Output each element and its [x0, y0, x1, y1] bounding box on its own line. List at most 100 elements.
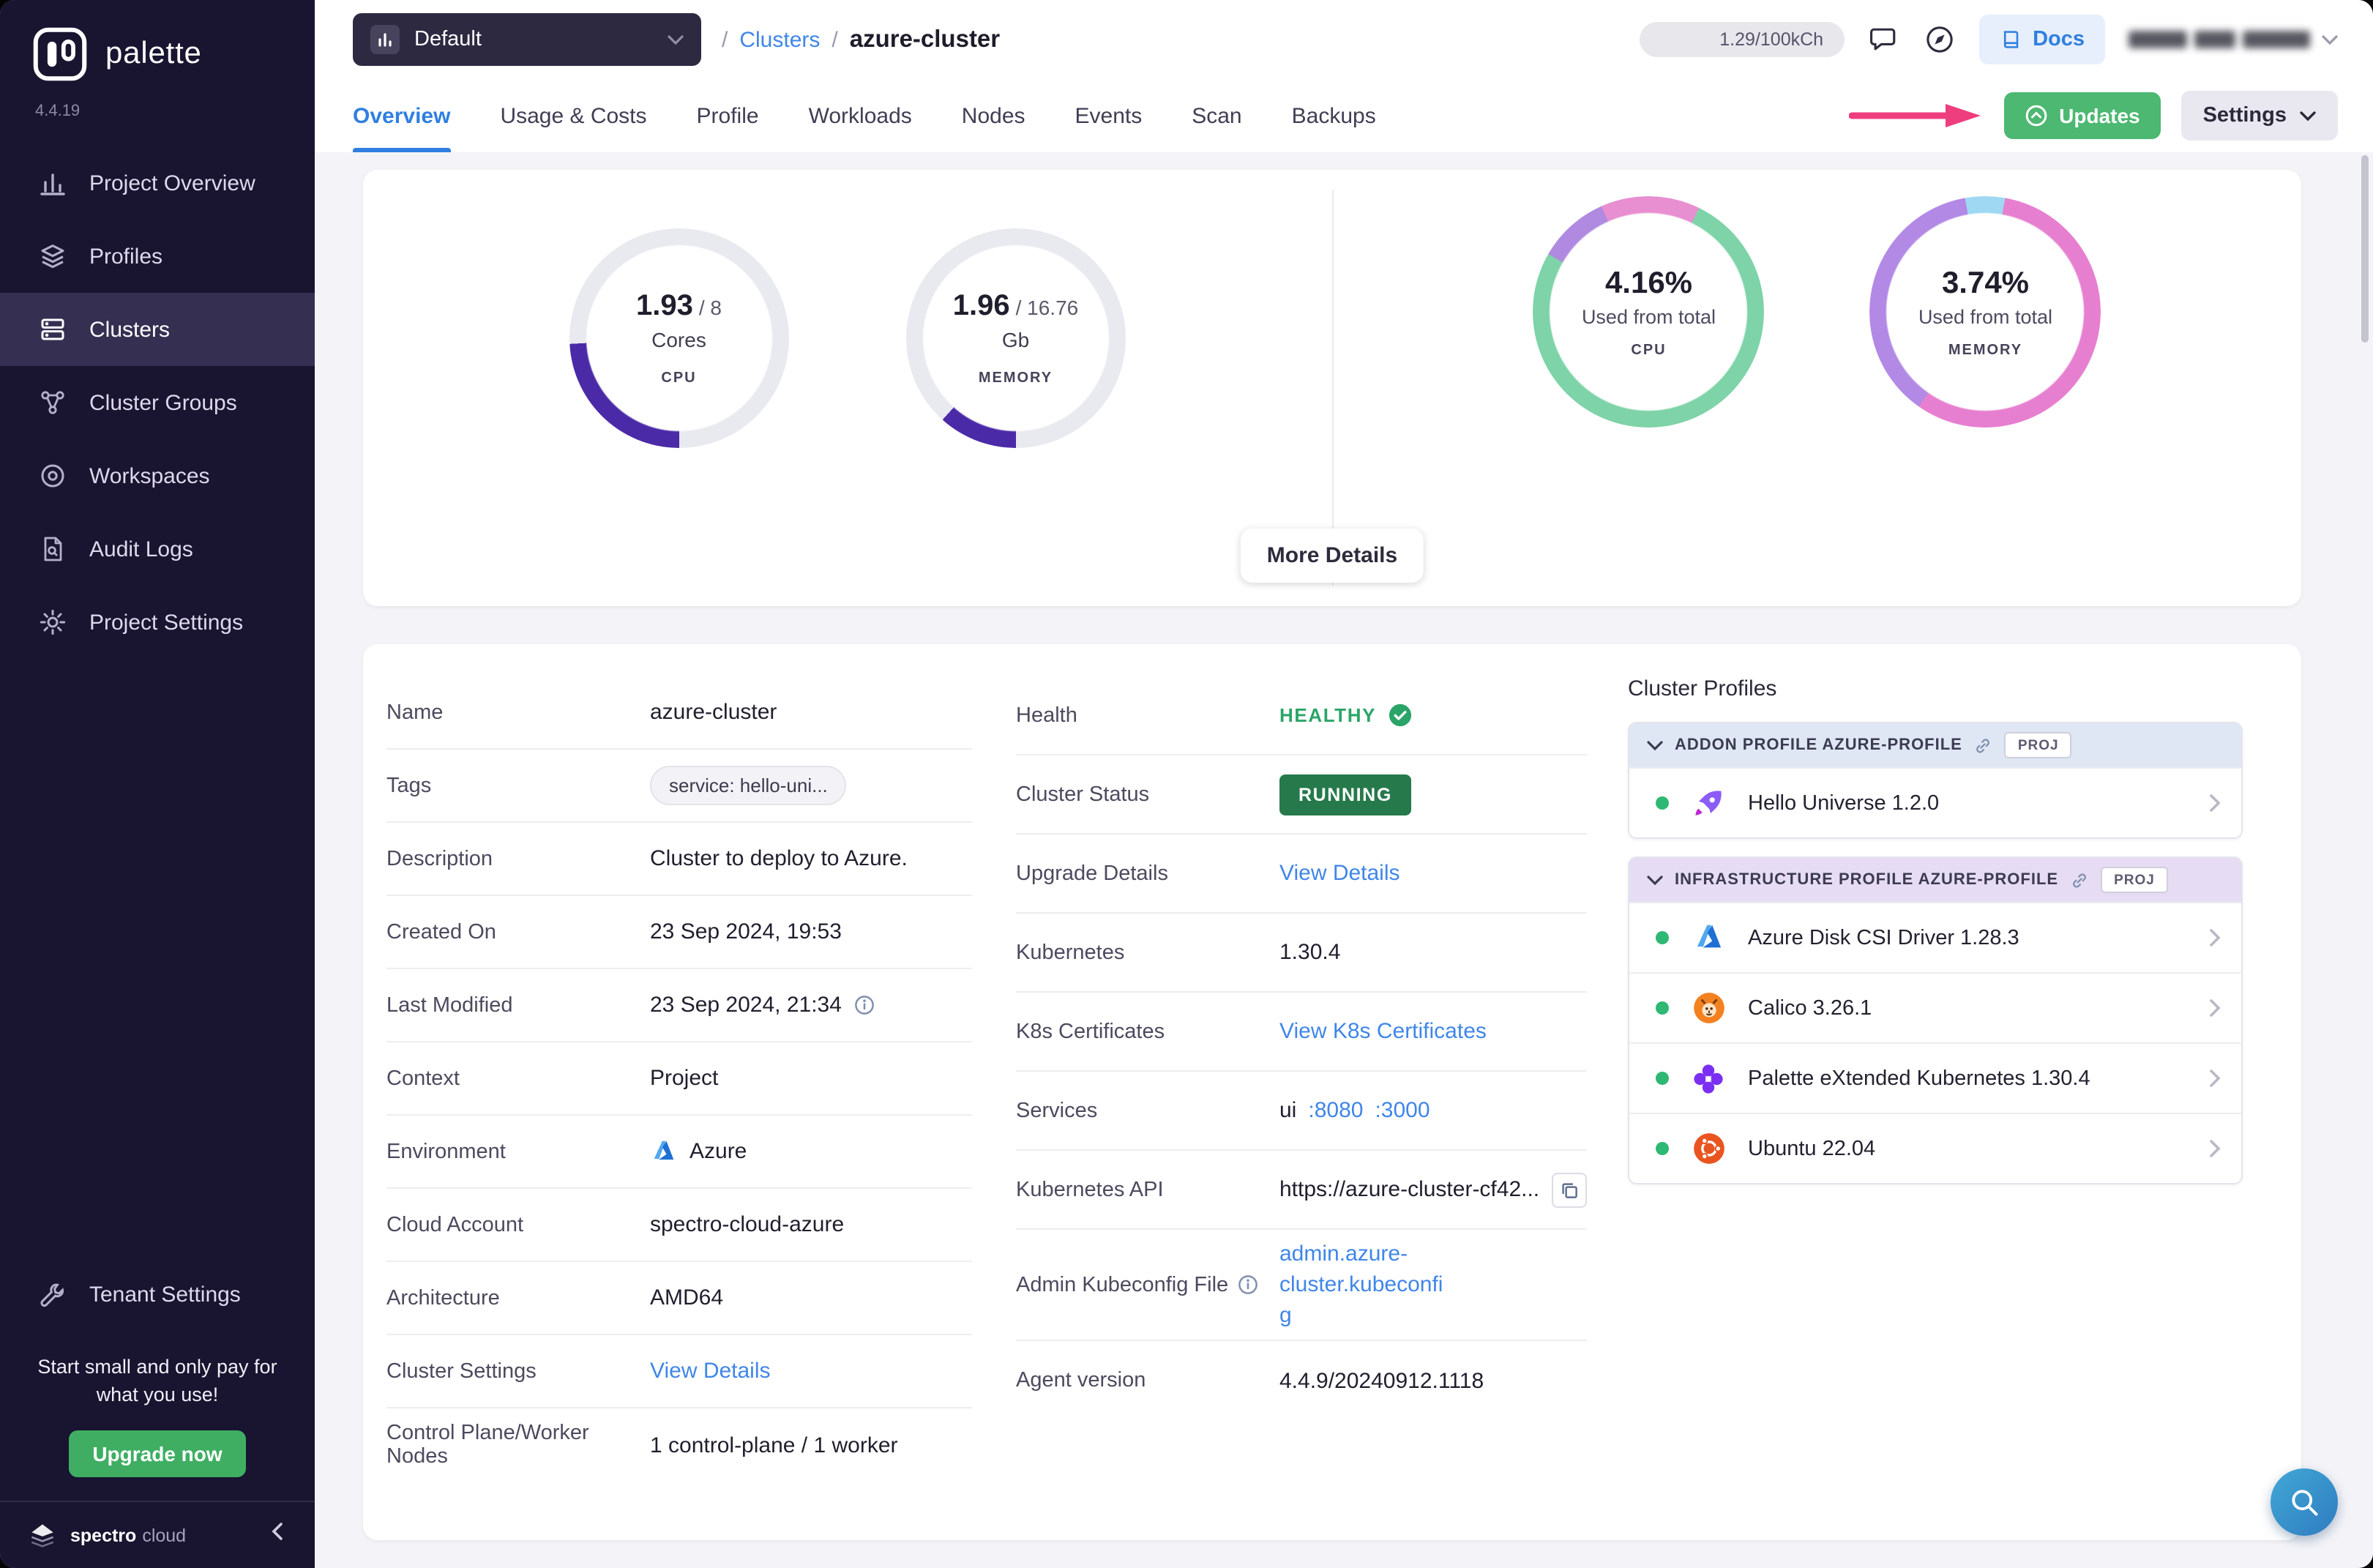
memory-total-value: / 16.76 [1016, 296, 1079, 319]
detail-row-cluster-settings: Cluster Settings View Details [386, 1335, 972, 1408]
tab-usage-costs[interactable]: Usage & Costs [500, 79, 646, 152]
memory-unit: Gb [1002, 328, 1029, 351]
info-icon[interactable] [1237, 1274, 1259, 1296]
api-url: https://azure-cluster-cf42... [1279, 1177, 1539, 1202]
collapse-sidebar-icon[interactable] [268, 1521, 288, 1549]
tabbar-actions: Updates Settings [1848, 91, 2338, 141]
settings-label: Settings [2203, 104, 2287, 127]
account-menu[interactable] [2129, 31, 2338, 48]
pack-hello-universe[interactable]: Hello Universe 1.2.0 [1629, 767, 2241, 837]
tab-scan[interactable]: Scan [1192, 79, 1241, 152]
sidebar-item-workspaces[interactable]: Workspaces [0, 439, 315, 512]
target-icon [38, 461, 67, 490]
pack-name: Calico 3.26.1 [1748, 996, 1872, 1020]
gear-icon [38, 608, 67, 637]
sidebar-item-profiles[interactable]: Profiles [0, 220, 315, 293]
pack-ubuntu[interactable]: Ubuntu 22.04 [1629, 1113, 2241, 1183]
memory-donut-title: MEMORY [1948, 342, 2022, 358]
detail-row-tags: Tags service: hello-uni... [386, 750, 972, 823]
pack-status-dot [1656, 1072, 1669, 1085]
breadcrumb-separator: / [722, 27, 728, 52]
docs-label: Docs [2033, 28, 2085, 51]
sidebar-footer: spectro cloud [0, 1501, 315, 1568]
chat-icon [1867, 23, 1899, 56]
tab-profile[interactable]: Profile [697, 79, 759, 152]
book-icon [1999, 28, 2022, 51]
sidebar-item-project-settings[interactable]: Project Settings [0, 586, 315, 659]
detail-row-cloud-account: Cloud Account spectro-cloud-azure [386, 1189, 972, 1262]
pack-palette-extended-kubernetes[interactable]: Palette eXtended Kubernetes 1.30.4 [1629, 1042, 2241, 1113]
tag-chip[interactable]: service: hello-uni... [650, 766, 847, 805]
link-icon [2070, 870, 2089, 889]
info-icon[interactable] [853, 994, 875, 1016]
sidebar-nav: Project Overview Profiles Clusters Clust… [0, 146, 315, 659]
tab-overview[interactable]: Overview [353, 79, 450, 152]
k8s-certificates-link[interactable]: View K8s Certificates [1279, 1019, 1487, 1044]
sidebar-item-project-overview[interactable]: Project Overview [0, 146, 315, 220]
chevron-down-icon [1647, 875, 1663, 885]
pack-status-dot [1656, 931, 1669, 944]
sidebar-item-audit-logs[interactable]: Audit Logs [0, 512, 315, 586]
rocket-icon [1689, 784, 1727, 822]
tab-events[interactable]: Events [1075, 79, 1143, 152]
addon-profile-header[interactable]: ADDON PROFILE AZURE-PROFILE PROJ [1629, 723, 2241, 767]
docs-button[interactable]: Docs [1978, 15, 2105, 64]
kubeconfig-download-link[interactable]: admin.azure-cluster.kubeconfig [1279, 1239, 1443, 1331]
project-scope-badge: PROJ [2101, 867, 2168, 893]
copy-button[interactable] [1552, 1172, 1587, 1207]
promo-text: Start small and only pay for what you us… [26, 1353, 288, 1410]
detail-row-created-on: Created On 23 Sep 2024, 19:53 [386, 896, 972, 969]
cpu-used-value: 1.93 [636, 290, 693, 322]
chevron-right-icon [2209, 1069, 2221, 1088]
upgrade-details-link[interactable]: View Details [1279, 861, 1400, 886]
sidebar-item-clusters[interactable]: Clusters [0, 293, 315, 366]
brand-name: palette [105, 37, 202, 72]
service-port-3000-link[interactable]: :3000 [1375, 1098, 1430, 1123]
cluster-tabbar: Overview Usage & Costs Profile Workloads… [315, 79, 2373, 152]
settings-button[interactable]: Settings [2181, 91, 2338, 141]
memory-gauge-title: MEMORY [979, 370, 1053, 387]
sidebar-item-label: Project Overview [89, 171, 255, 195]
sidebar-item-tenant-settings[interactable]: Tenant Settings [0, 1259, 315, 1332]
infrastructure-profile-header[interactable]: INFRASTRUCTURE PROFILE AZURE-PROFILE PRO… [1629, 858, 2241, 902]
cpu-donut-title: CPU [1631, 342, 1666, 358]
detail-row-kubernetes: Kubernetes 1.30.4 [1016, 914, 1587, 993]
chevron-right-icon [2209, 928, 2221, 947]
updates-button[interactable]: Updates [2003, 92, 2160, 139]
detail-row-health: Health HEALTHY [1016, 676, 1587, 755]
chevron-down-icon [668, 26, 684, 53]
redacted-account-name [2129, 31, 2310, 48]
updates-label: Updates [2059, 104, 2140, 127]
more-details-button[interactable]: More Details [1241, 529, 1424, 583]
breadcrumb-clusters-link[interactable]: Clusters [739, 27, 820, 52]
pack-calico[interactable]: Calico 3.26.1 [1629, 972, 2241, 1042]
tab-backups[interactable]: Backups [1292, 79, 1376, 152]
allocation-gauges: 1.93/ 8 Cores CPU 1.96/ 16.76 Gb MEMORY [363, 170, 1331, 606]
cluster-metadata-column: Name azure-cluster Tags service: hello-u… [386, 676, 972, 1540]
layers-icon [38, 242, 67, 271]
vertical-scrollbar[interactable] [2361, 155, 2369, 343]
usage-donuts: 4.16% Used from total CPU 3.74% Used fro… [1333, 170, 2301, 606]
cluster-settings-link[interactable]: View Details [650, 1359, 771, 1384]
tab-workloads[interactable]: Workloads [809, 79, 912, 152]
tab-nodes[interactable]: Nodes [962, 79, 1025, 152]
main-area: Default / Clusters / azure-cluster 1.29/… [315, 0, 2373, 1568]
cpu-gauge-title: CPU [661, 370, 696, 387]
cpu-total-value: / 8 [699, 296, 722, 319]
detail-row-description: Description Cluster to deploy to Azure. [386, 823, 972, 896]
service-port-8080-link[interactable]: :8080 [1308, 1098, 1363, 1123]
search-fab[interactable] [2271, 1468, 2338, 1536]
topbar: Default / Clusters / azure-cluster 1.29/… [315, 0, 2373, 79]
upgrade-now-button[interactable]: Upgrade now [69, 1430, 245, 1477]
chat-button[interactable] [1867, 23, 1899, 56]
upgrade-promo: Start small and only pay for what you us… [0, 1353, 315, 1501]
sidebar-item-cluster-groups[interactable]: Cluster Groups [0, 366, 315, 439]
detail-row-services: Services ui :8080 :3000 [1016, 1072, 1587, 1151]
pack-azure-disk-csi[interactable]: Azure Disk CSI Driver 1.28.3 [1629, 902, 2241, 972]
azure-icon [650, 1138, 678, 1165]
usage-credits-pill: 1.29/100kCh [1639, 22, 1844, 57]
bar-chart-icon [38, 168, 67, 198]
project-selector[interactable]: Default [353, 13, 701, 66]
guide-button[interactable] [1923, 23, 1955, 56]
memory-used-value: 1.96 [953, 290, 1010, 322]
